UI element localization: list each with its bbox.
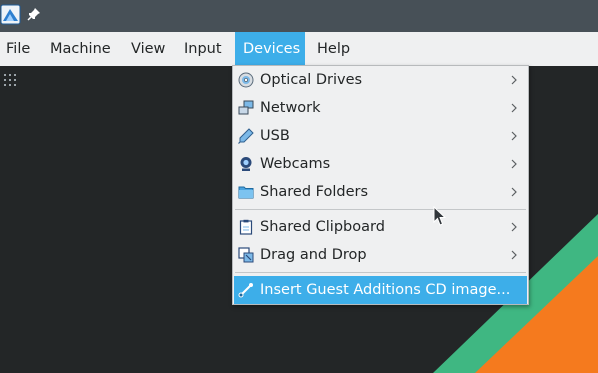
virtualbox-app-icon[interactable] <box>0 4 21 25</box>
menu-item-insert-guest-additions[interactable]: Insert Guest Additions CD image... <box>234 276 527 304</box>
folder-icon <box>238 186 254 199</box>
menu-item-label: Network <box>260 100 321 116</box>
menu-item-label: Drag and Drop <box>260 247 367 263</box>
menu-item-label: Shared Clipboard <box>260 219 385 235</box>
menu-machine[interactable]: Machine <box>44 32 117 66</box>
submenu-arrow-icon <box>511 187 517 197</box>
menu-item-webcams[interactable]: Webcams <box>234 150 527 178</box>
submenu-arrow-icon <box>511 250 517 260</box>
pin-icon[interactable] <box>27 7 41 21</box>
menu-item-drag-and-drop[interactable]: Drag and Drop <box>234 241 527 269</box>
menu-file[interactable]: File <box>0 32 36 66</box>
optical-disc-icon <box>238 72 254 88</box>
menu-item-label: USB <box>260 128 290 144</box>
drag-drop-icon <box>238 247 254 263</box>
menu-view[interactable]: View <box>125 32 171 66</box>
submenu-arrow-icon <box>511 131 517 141</box>
menu-item-label: Insert Guest Additions CD image... <box>260 282 511 298</box>
submenu-arrow-icon <box>511 159 517 169</box>
title-bar <box>0 0 598 32</box>
menu-item-label: Optical Drives <box>260 72 363 88</box>
mini-toolbar-handle-icon[interactable] <box>3 73 17 87</box>
clipboard-icon <box>239 219 253 235</box>
submenu-arrow-icon <box>511 103 517 113</box>
usb-icon <box>238 128 254 144</box>
mouse-cursor-icon <box>433 206 446 226</box>
submenu-arrow-icon <box>511 222 517 232</box>
network-icon <box>238 100 254 115</box>
menu-item-label: Shared Folders <box>260 184 369 200</box>
menu-item-shared-folders[interactable]: Shared Folders <box>234 178 527 206</box>
submenu-arrow-icon <box>511 75 517 85</box>
menu-input[interactable]: Input <box>178 32 228 66</box>
menu-help[interactable]: Help <box>311 32 356 66</box>
menu-item-shared-clipboard[interactable]: Shared Clipboard <box>234 213 527 241</box>
menu-item-usb[interactable]: USB <box>234 122 527 150</box>
menu-item-network[interactable]: Network <box>234 94 527 122</box>
menu-devices[interactable]: Devices <box>235 32 305 66</box>
menu-separator <box>235 272 526 273</box>
guest-additions-icon <box>238 283 253 298</box>
webcam-icon <box>240 157 252 171</box>
menu-item-label: Webcams <box>260 156 331 172</box>
devices-menu: Optical Drives Network USB Webcams Share… <box>232 65 529 305</box>
menu-separator <box>235 209 526 210</box>
menubar: File Machine View Input Devices Help <box>0 32 598 66</box>
menu-item-optical-drives[interactable]: Optical Drives <box>234 66 527 94</box>
